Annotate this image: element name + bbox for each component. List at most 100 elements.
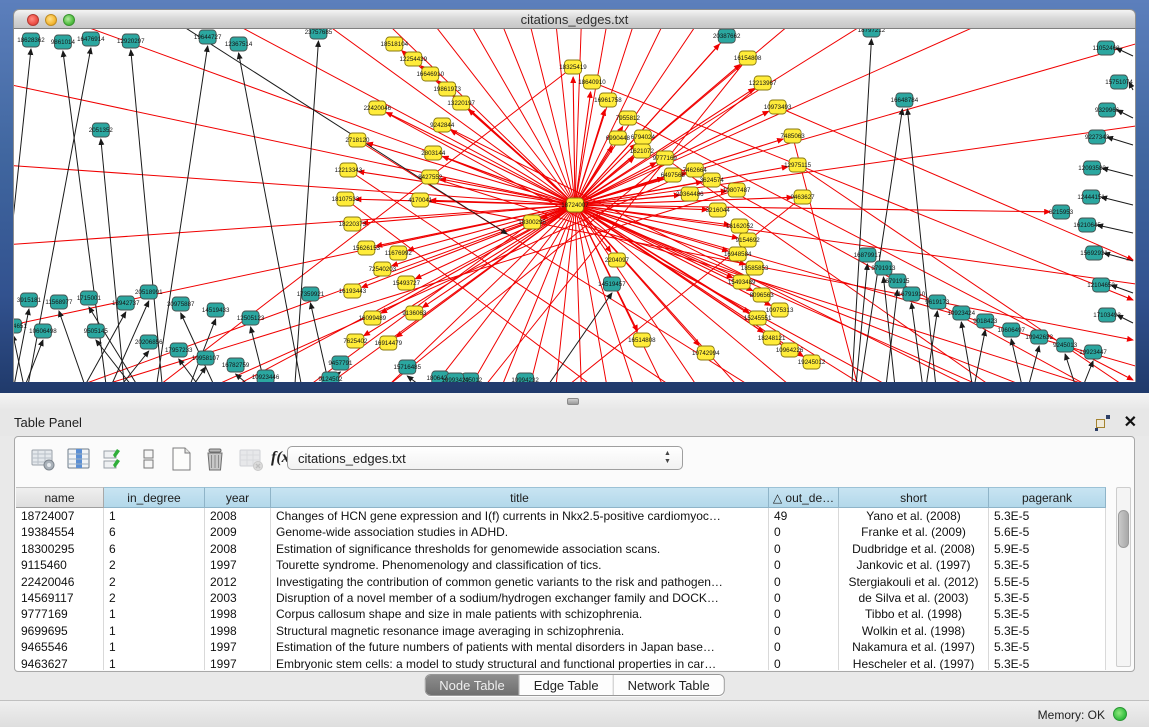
tab-network-table[interactable]: Network Table <box>614 675 724 695</box>
column-header-2[interactable]: year <box>205 487 271 508</box>
graph-node[interactable]: 6791915 <box>885 274 910 288</box>
graph-node[interactable]: 18628362 <box>17 33 45 47</box>
graph-node[interactable]: 9619173 <box>925 295 950 309</box>
network-window-titlebar[interactable]: citations_edges.txt <box>13 9 1136 29</box>
column-header-6[interactable]: pagerank <box>989 487 1106 508</box>
graph-node[interactable]: 19644727 <box>194 30 222 44</box>
graph-node[interactable]: 9329966 <box>1095 103 1120 117</box>
graph-node[interactable]: 2204097 <box>605 253 630 267</box>
table-row[interactable]: 2242004622012Investigating the contribut… <box>16 574 1106 590</box>
graph-node[interactable]: 12254439 <box>400 52 428 66</box>
graph-node[interactable]: 18248121 <box>758 331 786 345</box>
graph-node[interactable]: 30975887 <box>167 297 195 311</box>
graph-node[interactable]: 11052468 <box>1093 41 1121 55</box>
graph-node[interactable]: 10942632 <box>1025 330 1053 344</box>
graph-node[interactable]: 15751074 <box>1105 75 1133 89</box>
graph-node[interactable]: 16514808 <box>628 333 656 347</box>
graph-node[interactable]: 13220197 <box>447 96 475 110</box>
graph-node[interactable]: 12444151 <box>1077 190 1105 204</box>
graph-node[interactable]: 10606497 <box>997 323 1025 337</box>
graph-node[interactable]: 12920297 <box>117 34 145 48</box>
graph-node[interactable]: 18325419 <box>559 60 587 74</box>
graph-node[interactable]: 6990448 <box>606 131 631 145</box>
graph-node[interactable]: 16193443 <box>339 284 367 298</box>
graph-node[interactable]: 20364486 <box>676 187 704 201</box>
graph-node[interactable]: 12104651 <box>14 319 27 333</box>
graph-node[interactable]: 3216044 <box>706 203 731 217</box>
graph-node[interactable]: 9154692 <box>736 233 761 247</box>
graph-node[interactable]: 2718120 <box>345 133 370 147</box>
table-row[interactable]: 969969511998Structural magnetic resonanc… <box>16 623 1106 639</box>
network-canvas[interactable]: 1862836298610141647691412920297196447271… <box>13 29 1136 382</box>
graph-node[interactable]: 9124502 <box>318 372 343 382</box>
table-row[interactable]: 946554611997Estimation of the future num… <box>16 639 1106 655</box>
graph-node[interactable]: 20387662 <box>713 29 741 43</box>
graph-node[interactable]: 7485063 <box>781 129 806 143</box>
graph-node[interactable]: 19861973 <box>433 82 461 96</box>
graph-node[interactable]: 72540203 <box>369 262 397 276</box>
graph-node[interactable]: 12093582 <box>1078 161 1106 175</box>
graph-node[interactable]: 9777169 <box>653 151 678 165</box>
vertical-scrollbar[interactable] <box>1116 487 1131 667</box>
pane-divider[interactable] <box>0 393 1149 410</box>
graph-node[interactable]: 2803144 <box>421 146 446 160</box>
column-header-0[interactable]: name <box>16 487 104 508</box>
citation-graph[interactable]: 1862836298610141647691412920297196447271… <box>14 29 1135 382</box>
graph-node[interactable]: 12367514 <box>225 37 253 51</box>
table-row[interactable]: 911546021997Tourette syndrome. Phenomeno… <box>16 557 1106 573</box>
graph-node[interactable]: 17103493 <box>1093 308 1121 322</box>
column-header-3[interactable]: title <box>271 487 769 508</box>
graph-node[interactable]: 10994232 <box>511 373 539 382</box>
graph-node[interactable]: 9227343 <box>1085 130 1110 144</box>
create-table-icon[interactable] <box>167 445 195 473</box>
graph-node[interactable]: 18640910 <box>578 75 606 89</box>
graph-node[interactable]: 14519433 <box>202 303 230 317</box>
graph-node[interactable]: 10923446 <box>252 370 280 382</box>
graph-node[interactable]: 3915181 <box>17 293 42 307</box>
graph-node[interactable]: 10742994 <box>692 346 720 360</box>
graph-node[interactable]: 16099489 <box>359 311 387 325</box>
column-header-5[interactable]: short <box>839 487 989 508</box>
column-header-4[interactable]: △ out_de… <box>769 487 839 508</box>
graph-node[interactable]: 17957233 <box>165 343 193 357</box>
graph-node[interactable]: 16154808 <box>734 51 762 65</box>
graph-node[interactable]: 8215953 <box>1049 205 1074 219</box>
graph-node[interactable]: 9505145 <box>84 324 109 338</box>
graph-node[interactable]: 19245012 <box>798 355 826 369</box>
graph-node[interactable]: 8096563 <box>750 288 775 302</box>
graph-node[interactable]: 23757685 <box>305 29 333 39</box>
graph-node[interactable]: 16476914 <box>77 32 105 46</box>
tab-edge-table[interactable]: Edge Table <box>520 675 614 695</box>
graph-node[interactable]: 9457791 <box>328 356 353 370</box>
toggle-detail-icon[interactable] <box>135 445 163 473</box>
graph-node[interactable]: 1715001 <box>77 291 102 305</box>
select-rows-icon[interactable] <box>101 445 129 473</box>
graph-node[interactable]: 10606498 <box>29 324 57 338</box>
graph-node[interactable]: 6794024 <box>631 130 656 144</box>
graph-node[interactable]: 2051352 <box>89 123 114 137</box>
graph-node[interactable]: 16210645 <box>1073 218 1101 232</box>
table-row[interactable]: 1830029562008Estimation of significance … <box>16 541 1106 557</box>
tab-node-table[interactable]: Node Table <box>425 675 520 695</box>
graph-node[interactable]: 9463627 <box>791 190 816 204</box>
table-row[interactable]: 1872400712008Changes of HCN gene express… <box>16 508 1106 524</box>
graph-node[interactable]: 18585853 <box>741 261 769 275</box>
table-row[interactable]: 1456911722003Disruption of a novel membe… <box>16 590 1106 606</box>
graph-node[interactable]: 9861014 <box>51 35 76 49</box>
graph-node[interactable]: 18518104 <box>381 37 409 51</box>
graph-node[interactable]: 11568977 <box>45 295 73 309</box>
graph-node[interactable]: 20518991 <box>135 285 163 299</box>
graph-node[interactable]: 18107533 <box>332 192 360 206</box>
table-row[interactable]: 977716911998Corpus callosum shape and si… <box>16 606 1106 622</box>
graph-node[interactable]: 10958107 <box>192 351 220 365</box>
table-selector-dropdown[interactable]: citations_edges.txt ▲▼ <box>287 446 683 470</box>
table-settings-icon[interactable] <box>29 445 57 473</box>
graph-node[interactable]: 18797212 <box>858 29 886 37</box>
graph-node[interactable]: 12975115 <box>784 158 812 172</box>
graph-node[interactable]: 8791913 <box>871 261 896 275</box>
graph-node[interactable]: 12213343 <box>335 163 363 177</box>
graph-node[interactable]: 16961758 <box>594 93 622 107</box>
float-panel-icon[interactable] <box>1095 415 1111 431</box>
show-columns-icon[interactable] <box>65 445 93 473</box>
graph-node[interactable]: 16782759 <box>222 358 250 372</box>
